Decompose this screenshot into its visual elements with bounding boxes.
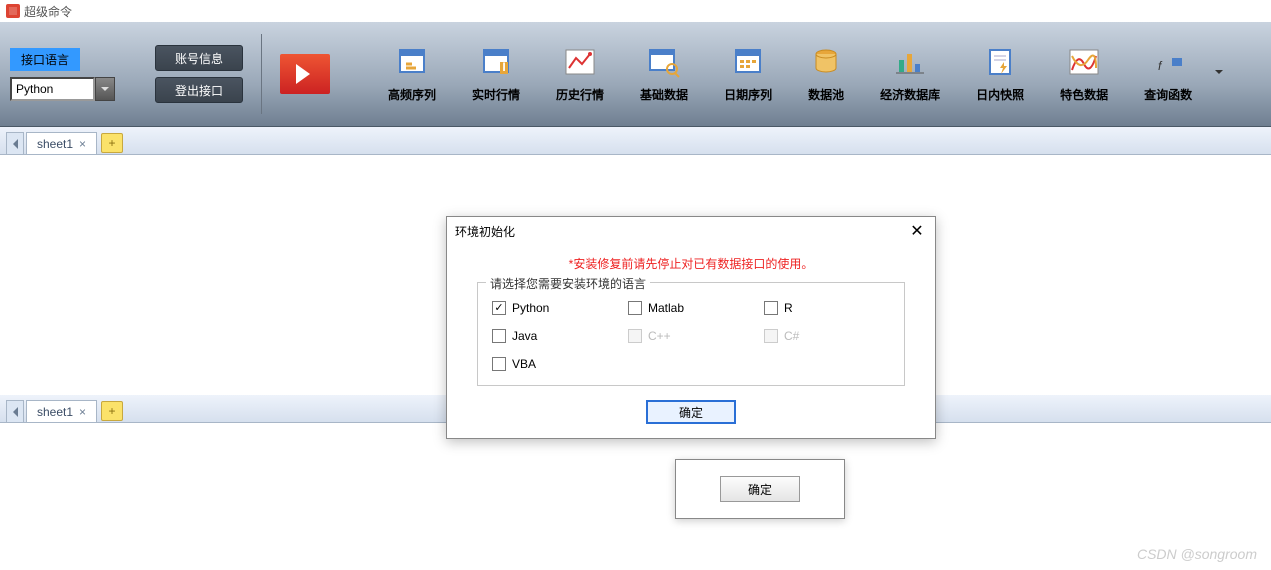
checkbox-label: C++	[648, 329, 671, 343]
checkbox-label: R	[784, 301, 793, 315]
tool-dateseq[interactable]: 日期序列	[724, 46, 772, 103]
document-flash-icon	[982, 46, 1018, 78]
database-icon	[808, 46, 844, 78]
run-button[interactable]	[280, 54, 330, 94]
curves-icon	[1066, 46, 1102, 78]
dialog-title: 环境初始化	[455, 223, 515, 240]
calendar-i-icon: I	[478, 46, 514, 78]
app-icon	[6, 4, 20, 18]
tool-label: 数据池	[808, 86, 844, 103]
tool-history[interactable]: 历史行情	[556, 46, 604, 103]
checkbox-label: Java	[512, 329, 537, 343]
tool-realtime[interactable]: I 实时行情	[472, 46, 520, 103]
checkbox-box[interactable]	[492, 329, 506, 343]
checkbox-java[interactable]: Java	[492, 329, 618, 343]
tab-add-button[interactable]: +	[101, 401, 123, 421]
logout-button[interactable]: 登出接口	[155, 77, 243, 103]
tool-snapshot[interactable]: 日内快照	[976, 46, 1024, 103]
ribbon-more-dropdown[interactable]	[1214, 70, 1224, 78]
tool-formula[interactable]: f 查询函数	[1144, 46, 1192, 103]
checkbox-box[interactable]	[628, 301, 642, 315]
checkbox-python[interactable]: Python	[492, 301, 618, 315]
checkbox-label: C#	[784, 329, 799, 343]
checkbox-box	[764, 329, 778, 343]
tab-label: sheet1	[37, 405, 73, 419]
ribbon: 接口语言 账号信息 登出接口 高频序列 I 实时行情 历史行情 基础数据 日期序…	[0, 22, 1271, 127]
svg-text:I: I	[502, 60, 505, 74]
tab-close-icon[interactable]: ×	[79, 405, 86, 419]
tab-nav-left[interactable]	[6, 132, 24, 154]
language-dropdown-button[interactable]	[95, 77, 115, 101]
tool-label: 日期序列	[724, 86, 772, 103]
language-group: 接口语言	[10, 48, 115, 101]
tab-label: sheet1	[37, 137, 73, 151]
tool-econdb[interactable]: 经济数据库	[880, 46, 940, 103]
checkbox-r[interactable]: R	[764, 301, 890, 315]
bar-chart-icon	[892, 46, 928, 78]
checkbox-label: VBA	[512, 357, 536, 371]
checkbox-box[interactable]	[492, 357, 506, 371]
tool-label: 查询函数	[1144, 86, 1192, 103]
checkbox-box[interactable]	[492, 301, 506, 315]
tool-highfreq[interactable]: 高频序列	[388, 46, 436, 103]
tool-label: 特色数据	[1060, 86, 1108, 103]
checkbox-label: Python	[512, 301, 549, 315]
tool-label: 实时行情	[472, 86, 520, 103]
titlebar: 超级命令	[0, 0, 1271, 22]
fieldset-legend: 请选择您需要安装环境的语言	[486, 275, 650, 292]
checkbox-c: C#	[764, 329, 890, 343]
tool-basic[interactable]: 基础数据	[640, 46, 688, 103]
tab-add-button[interactable]: +	[101, 133, 123, 153]
tool-pool[interactable]: 数据池	[808, 46, 844, 103]
sub-dialog: 确定	[675, 459, 845, 519]
chart-line-icon	[562, 46, 598, 78]
tab-sheet1[interactable]: sheet1 ×	[26, 400, 97, 422]
env-init-dialog: 环境初始化 ✕ *安装修复前请先停止对已有数据接口的使用。 请选择您需要安装环境…	[446, 216, 936, 439]
account-info-button[interactable]: 账号信息	[155, 45, 243, 71]
tool-label: 经济数据库	[880, 86, 940, 103]
ok-button[interactable]: 确定	[646, 400, 736, 424]
close-icon[interactable]: ✕	[907, 221, 927, 241]
app-title: 超级命令	[24, 3, 72, 20]
dialog-header: 环境初始化 ✕	[447, 217, 935, 245]
tab-close-icon[interactable]: ×	[79, 137, 86, 151]
tab-sheet1[interactable]: sheet1 ×	[26, 132, 97, 154]
checkbox-box	[628, 329, 642, 343]
tool-label: 日内快照	[976, 86, 1024, 103]
checkbox-box[interactable]	[764, 301, 778, 315]
account-button-group: 账号信息 登出接口	[155, 45, 243, 103]
tool-label: 历史行情	[556, 86, 604, 103]
ribbon-separator	[261, 34, 262, 114]
language-input[interactable]	[10, 77, 95, 101]
fx-icon: f	[1150, 46, 1186, 78]
tab-strip-top: sheet1 × +	[0, 127, 1271, 155]
language-label: 接口语言	[10, 48, 80, 71]
svg-text:f: f	[1158, 59, 1163, 73]
checkbox-c: C++	[628, 329, 754, 343]
checkbox-label: Matlab	[648, 301, 684, 315]
tab-nav-left[interactable]	[6, 400, 24, 422]
calendar-grid-icon	[394, 46, 430, 78]
tool-label: 基础数据	[640, 86, 688, 103]
watermark: CSDN @songroom	[1137, 546, 1257, 562]
tool-label: 高频序列	[388, 86, 436, 103]
language-fieldset: 请选择您需要安装环境的语言 PythonMatlabRJavaC++C#VBA	[477, 282, 905, 386]
checkbox-matlab[interactable]: Matlab	[628, 301, 754, 315]
calendar-seq-icon	[730, 46, 766, 78]
checkbox-vba[interactable]: VBA	[492, 357, 618, 371]
ok-button[interactable]: 确定	[720, 476, 800, 502]
tool-special[interactable]: 特色数据	[1060, 46, 1108, 103]
table-search-icon	[646, 46, 682, 78]
